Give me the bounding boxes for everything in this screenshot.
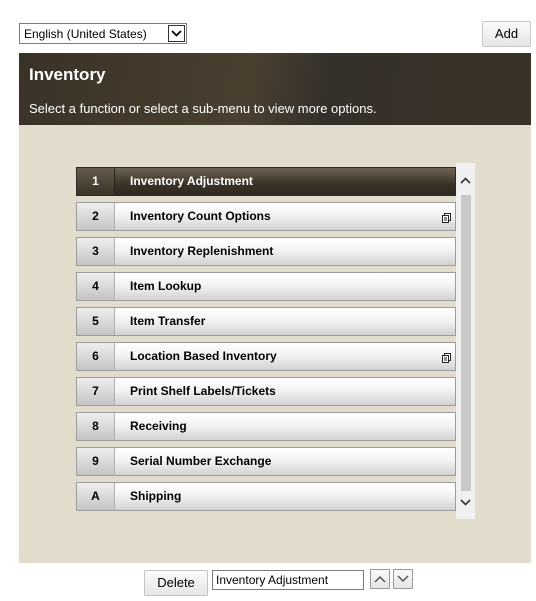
menu-item[interactable]: 8 Receiving xyxy=(76,412,456,441)
menu-item-key: 4 xyxy=(77,273,115,300)
menu-item-label: Item Transfer xyxy=(130,314,206,328)
menu-item-key: 1 xyxy=(77,168,115,195)
menu-scrollbar[interactable] xyxy=(456,163,475,519)
function-menu-list: 1 Inventory Adjustment 2 Inventory Count Op… xyxy=(76,167,456,517)
scroll-down-icon[interactable] xyxy=(456,493,475,511)
chevron-up-icon xyxy=(374,572,386,586)
menu-item[interactable]: A Shipping xyxy=(76,482,456,511)
menu-item-label: Inventory Adjustment xyxy=(130,174,253,188)
language-select-value: English (United States) xyxy=(24,26,147,41)
menu-item[interactable]: 9 Serial Number Exchange xyxy=(76,447,456,476)
page-description: Select a function or select a sub-menu t… xyxy=(29,101,377,116)
page-title: Inventory xyxy=(29,65,106,84)
menu-item-key: 9 xyxy=(77,448,115,475)
menu-item[interactable]: 2 Inventory Count Options xyxy=(76,202,456,231)
menu-item-key: 5 xyxy=(77,308,115,335)
menu-item-label: Serial Number Exchange xyxy=(130,454,272,468)
delete-button[interactable]: Delete xyxy=(144,570,208,596)
menu-item-label: Print Shelf Labels/Tickets xyxy=(130,384,276,398)
submenu-icon xyxy=(442,212,451,223)
menu-item-label: Inventory Replenishment xyxy=(130,244,274,258)
menu-item-label: Item Lookup xyxy=(130,279,202,293)
menu-item[interactable]: 5 Item Transfer xyxy=(76,307,456,336)
menu-item[interactable]: 7 Print Shelf Labels/Tickets xyxy=(76,377,456,406)
menu-item-label: Receiving xyxy=(130,419,187,433)
menu-item[interactable]: 3 Inventory Replenishment xyxy=(76,237,456,266)
menu-item-key: 6 xyxy=(77,343,115,370)
menu-item-key: 3 xyxy=(77,238,115,265)
menu-item-key: 7 xyxy=(77,378,115,405)
scroll-up-icon[interactable] xyxy=(456,171,475,189)
selected-function-field[interactable]: Inventory Adjustment xyxy=(212,570,364,590)
menu-item[interactable]: 6 Location Based Inventory xyxy=(76,342,456,371)
menu-item-label: Inventory Count Options xyxy=(130,209,271,223)
chevron-down-icon[interactable] xyxy=(168,25,185,42)
menu-item-key: 2 xyxy=(77,203,115,230)
move-up-button[interactable] xyxy=(370,569,390,589)
add-button[interactable]: Add xyxy=(482,21,531,47)
page-header: Inventory Select a function or select a … xyxy=(19,53,531,125)
menu-item-key: A xyxy=(77,483,115,510)
menu-item-label: Location Based Inventory xyxy=(130,349,277,363)
move-down-button[interactable] xyxy=(393,569,413,589)
submenu-icon xyxy=(442,352,451,363)
menu-item[interactable]: 4 Item Lookup xyxy=(76,272,456,301)
language-select[interactable]: English (United States) xyxy=(19,23,187,44)
menu-item-label: Shipping xyxy=(130,489,182,503)
menu-item[interactable]: 1 Inventory Adjustment xyxy=(76,167,456,196)
menu-item-key: 8 xyxy=(77,413,115,440)
scrollbar-thumb[interactable] xyxy=(461,195,471,491)
chevron-down-icon xyxy=(397,572,409,586)
